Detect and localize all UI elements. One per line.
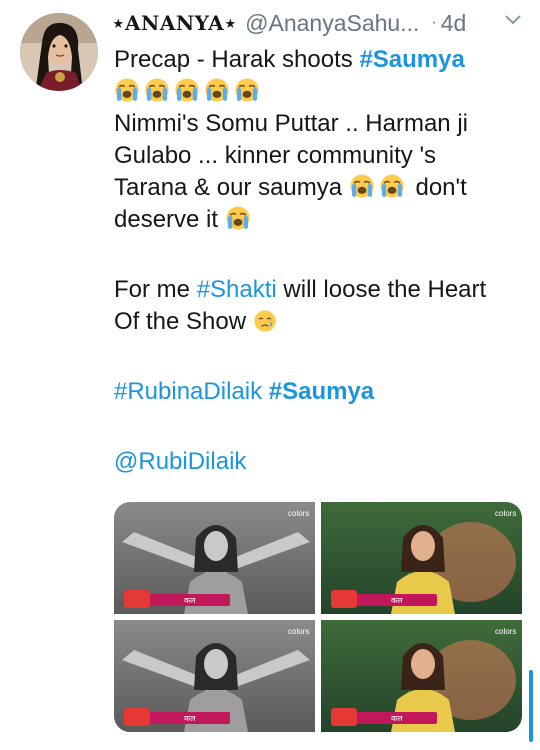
emoji-row (114, 76, 534, 108)
tweet-header: ⋆ANANYA⋆ @AnanyaSahu... · 4d (112, 6, 530, 40)
text-span: Tarana & our saumya (114, 174, 343, 201)
tweet-line: For me #Shakti will loose the Heart (114, 274, 534, 306)
media-image[interactable]: colors कल (321, 502, 522, 614)
media-image[interactable]: colors कल (114, 502, 315, 614)
user-handle[interactable]: @AnanyaSahu... (245, 10, 419, 37)
media-image[interactable]: colors कल (321, 620, 522, 732)
svg-text:कल: कल (391, 596, 403, 605)
svg-text:कल: कल (391, 714, 403, 723)
crying-face-icon (349, 174, 379, 201)
tweet-line: Nimmi's Somu Puttar .. Harman ji (114, 110, 468, 137)
hashtag-link[interactable]: #Saumya (269, 378, 374, 405)
media-image[interactable]: colors कल (114, 620, 315, 732)
scrollbar[interactable] (529, 670, 533, 742)
separator-dot: · (431, 14, 437, 31)
text-span: Of the Show (114, 308, 247, 335)
hashtag-link[interactable]: #Shakti (197, 276, 277, 303)
svg-text:colors: colors (288, 509, 309, 518)
chevron-down-icon[interactable] (504, 9, 522, 32)
tweet-line: #RubinaDilaik #Saumya (114, 376, 534, 408)
tweet-line: Precap - Harak shoots #Saumya (114, 44, 534, 76)
hashtag-link[interactable]: #Saumya (359, 46, 464, 73)
svg-text:कल: कल (184, 714, 196, 723)
tweet-text: Precap - Harak shoots #Saumya Nimmi's So… (114, 44, 534, 478)
crying-face-icon (234, 78, 264, 105)
text-span: don't (415, 174, 467, 201)
display-name[interactable]: ⋆ANANYA⋆ (112, 11, 237, 35)
avatar[interactable] (20, 13, 98, 91)
tweet-line: @RubiDilaik (114, 446, 534, 478)
hashtag-link[interactable]: #RubinaDilaik (114, 378, 262, 405)
text-span: deserve it (114, 206, 219, 233)
text-span: Precap - Harak shoots (114, 46, 360, 73)
crying-face-icon (225, 206, 255, 233)
tear-face-icon (253, 308, 281, 335)
svg-text:कल: कल (184, 596, 196, 605)
text-span: For me (114, 276, 197, 303)
svg-text:colors: colors (495, 509, 516, 518)
tweet-line: Gulabo ... kinner community 's (114, 142, 437, 169)
crying-face-icon (114, 78, 144, 105)
svg-text:colors: colors (288, 627, 309, 636)
timestamp[interactable]: 4d (441, 10, 467, 37)
tweet-line: deserve it (114, 204, 534, 236)
media-grid: colors कल colors कल colors कल colors कल (114, 502, 522, 732)
crying-face-icon (379, 174, 409, 201)
tweet-line: Of the Show (114, 306, 534, 338)
mention-link[interactable]: @RubiDilaik (114, 448, 246, 475)
text-span: will loose the Heart (276, 276, 487, 303)
crying-face-icon (144, 78, 174, 105)
crying-face-icon (174, 78, 204, 105)
crying-face-icon (204, 78, 234, 105)
tweet-line: Tarana & our saumya don't (114, 172, 534, 204)
svg-text:colors: colors (495, 627, 516, 636)
